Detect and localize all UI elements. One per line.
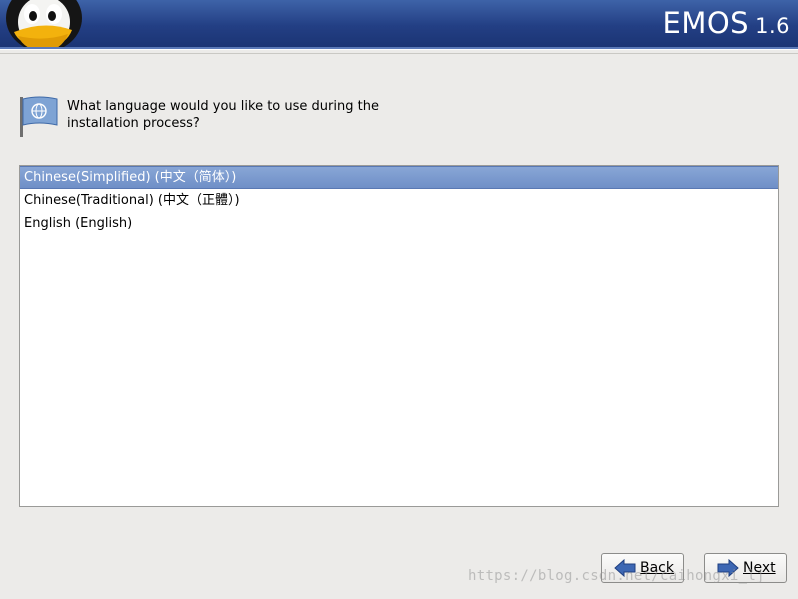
- header-divider: [0, 49, 798, 50]
- language-item-chinese-simplified[interactable]: Chinese(Simplified) (中文（简体）): [20, 166, 778, 189]
- language-item-english[interactable]: English (English): [20, 212, 778, 235]
- language-item-chinese-traditional[interactable]: Chinese(Traditional) (中文（正體）): [20, 189, 778, 212]
- tux-penguin-icon: [6, 0, 82, 47]
- language-list[interactable]: Chinese(Simplified) (中文（简体）) Chinese(Tra…: [19, 165, 779, 507]
- language-flag-icon: [20, 96, 58, 137]
- watermark-text: https://blog.csdn.net/caihongxi_lj: [468, 568, 765, 584]
- product-brand: EMOS 1.6: [663, 6, 791, 40]
- brand-name: EMOS: [662, 6, 750, 40]
- brand-version: 1.6: [755, 14, 790, 38]
- language-prompt: What language would you like to use duri…: [67, 99, 379, 131]
- header-divider-shadow: [0, 53, 798, 54]
- top-banner: EMOS 1.6: [0, 0, 798, 49]
